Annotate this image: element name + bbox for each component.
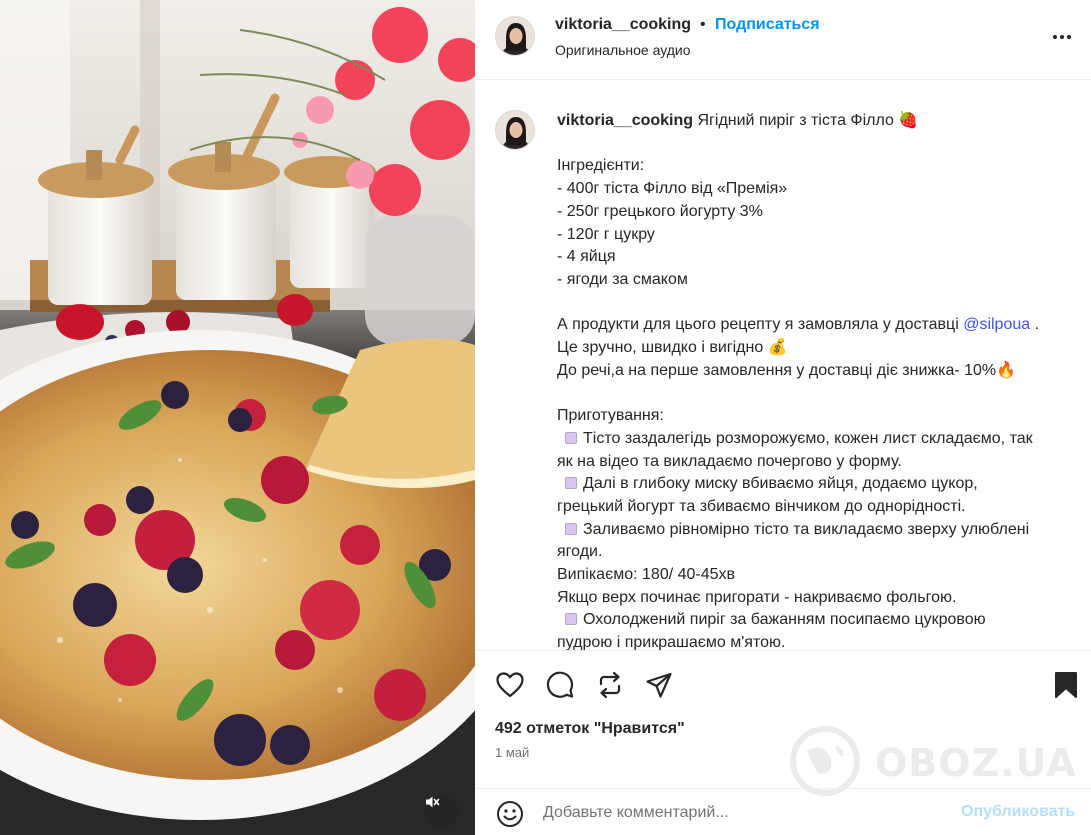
more-options-button[interactable] xyxy=(1047,22,1077,52)
bookmark-icon xyxy=(1055,672,1077,698)
caption-title: Ягідний пиріг з тіста Філло 🍓 xyxy=(697,112,919,129)
emoji-button[interactable] xyxy=(495,799,525,829)
step-line: Охолоджений пиріг за бажанням посипаємо … xyxy=(557,609,1077,632)
comment-input[interactable] xyxy=(543,801,943,825)
profile-photo xyxy=(496,111,534,149)
caption-line: - 120г г цукру xyxy=(557,225,655,243)
step-text: Далі в глибоку миску вбиваємо яйця, дода… xyxy=(583,475,978,493)
more-icon xyxy=(1053,35,1071,39)
share-button[interactable] xyxy=(642,668,676,702)
caption-line: Приготування: xyxy=(557,407,664,425)
comment-button[interactable] xyxy=(543,668,577,702)
comment-icon xyxy=(546,671,574,698)
muted-speaker-icon xyxy=(426,796,440,808)
caption-line: - 250г грецького йогурту 3% xyxy=(557,202,763,220)
step-text: Охолоджений пиріг за бажанням посипаємо … xyxy=(583,611,986,629)
caption-line: Інгредієнти: xyxy=(557,157,645,175)
step-line: ягоди. xyxy=(557,543,603,561)
caption-line: - ягоди за смаком xyxy=(557,270,688,288)
caption-first-line: viktoria__cooking Ягідний пиріг з тіста … xyxy=(557,110,1077,133)
bullet-square-icon xyxy=(565,431,577,444)
post-date[interactable]: 1 май xyxy=(495,745,529,760)
repost-icon xyxy=(599,671,621,699)
bullet-square-icon xyxy=(565,522,577,535)
step-line: грецький йогурт та збиваємо вінчиком до … xyxy=(557,497,966,515)
post-header: viktoria__cooking • Подписаться Оригинал… xyxy=(475,0,1091,80)
bullet-square-icon xyxy=(565,613,577,626)
step-line: Якщо верх починає пригорати - накриваємо… xyxy=(557,588,957,606)
bullet-square-icon xyxy=(565,477,577,490)
caption-line xyxy=(557,382,1077,405)
avatar[interactable] xyxy=(495,110,535,150)
watermark: OBOZ.UA xyxy=(785,725,1085,796)
post-media[interactable] xyxy=(0,0,475,835)
caption-username[interactable]: viktoria__cooking xyxy=(557,112,693,129)
send-icon xyxy=(646,672,672,698)
caption-section: viktoria__cooking Ягідний пиріг з тіста … xyxy=(475,80,1091,650)
step-line: Тісто заздалегідь розморожуємо, кожен ли… xyxy=(557,428,1077,451)
profile-photo xyxy=(496,17,534,55)
step-line: пудрою і прикрашаємо м'ятою. xyxy=(557,634,786,650)
likes-count[interactable]: 492 отметок "Нравится" xyxy=(495,720,685,738)
step-text: Тісто заздалегідь розморожуємо, кожен ли… xyxy=(583,429,1033,447)
publish-button[interactable]: Опубликовать xyxy=(961,803,1075,821)
mute-button[interactable] xyxy=(424,794,458,828)
like-button[interactable] xyxy=(493,668,527,702)
berry-pie-image xyxy=(0,0,475,820)
divider xyxy=(475,650,1091,651)
post-caption: viktoria__cooking Ягідний пиріг з тіста … xyxy=(557,110,1077,650)
repost-button[interactable] xyxy=(593,668,627,702)
post-details-panel: viktoria__cooking • Подписаться Оригинал… xyxy=(475,0,1091,835)
step-line: Випікаємо: 180/ 40-45хв xyxy=(557,566,736,584)
separator-dot: • xyxy=(700,16,706,33)
save-button[interactable] xyxy=(1049,668,1083,702)
username-link[interactable]: viktoria__cooking xyxy=(555,16,691,34)
action-bar xyxy=(475,660,1091,708)
caption-line: - 400г тіста Філло від «Премія» xyxy=(557,180,788,198)
promo-text: А продукти для цього рецепту я замовляла… xyxy=(557,316,964,334)
step-line: Заливаємо рівномірно тісто та викладаємо… xyxy=(557,519,1077,542)
comment-bar: Опубликовать xyxy=(475,788,1091,835)
watermark-text: OBOZ.UA xyxy=(875,741,1077,785)
caption-promo-line: А продукти для цього рецепту я замовляла… xyxy=(557,314,1077,337)
step-line: Далі в глибоку миску вбиваємо яйця, дода… xyxy=(557,473,1077,496)
caption-line: Це зручно, швидко і вигідно 💰 xyxy=(557,339,788,356)
caption-line xyxy=(557,292,1077,315)
caption-line: - 4 яйця xyxy=(557,248,616,266)
step-text: Заливаємо рівномірно тісто та викладаємо… xyxy=(583,520,1030,538)
mention-link[interactable]: @silpoua xyxy=(963,316,1030,333)
avatar[interactable] xyxy=(495,16,535,56)
smiley-icon xyxy=(497,801,523,827)
heart-icon xyxy=(496,672,524,698)
step-line: як на відео та викладаємо почергово у фо… xyxy=(557,452,902,470)
promo-text-end: . xyxy=(1030,316,1040,334)
follow-button[interactable]: Подписаться xyxy=(715,16,820,34)
audio-label[interactable]: Оригинальное аудио xyxy=(555,42,691,58)
caption-line xyxy=(557,133,1077,156)
caption-line: До речі,а на перше замовлення у доставці… xyxy=(557,361,1017,379)
